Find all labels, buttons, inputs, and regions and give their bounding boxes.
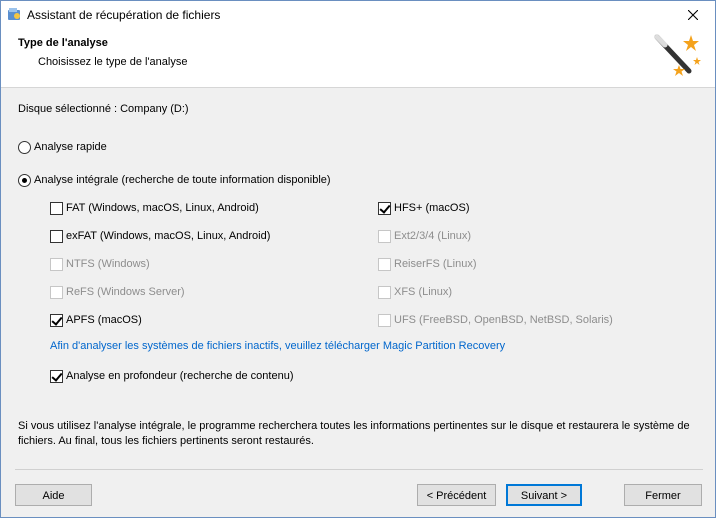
separator [15,469,703,470]
quick-scan-radio[interactable] [18,141,31,154]
deep-scan-label[interactable]: Analyse en profondeur (recherche de cont… [66,370,293,382]
help-button[interactable]: Aide [15,484,92,506]
exfat-label[interactable]: exFAT (Windows, macOS, Linux, Android) [66,230,270,242]
xfs-checkbox [378,286,391,299]
refs-label: ReFS (Windows Server) [66,286,185,298]
fat-checkbox[interactable] [50,202,63,215]
fat-label[interactable]: FAT (Windows, macOS, Linux, Android) [66,202,259,214]
page-title: Type de l'analyse [18,37,108,49]
next-button[interactable]: Suivant > [506,484,582,506]
download-partition-recovery-link[interactable]: Afin d'analyser les systèmes de fichiers… [50,340,505,352]
quick-scan-label[interactable]: Analyse rapide [34,141,107,153]
hfs-plus-label[interactable]: HFS+ (macOS) [394,202,469,214]
deep-scan-checkbox[interactable] [50,370,63,383]
ext-checkbox [378,230,391,243]
refs-checkbox [50,286,63,299]
wizard-window: Assistant de récupération de fichiers Ty… [0,0,716,518]
window-title: Assistant de récupération de fichiers [27,8,221,22]
apfs-checkbox[interactable] [50,314,63,327]
exfat-checkbox[interactable] [50,230,63,243]
ntfs-label: NTFS (Windows) [66,258,150,270]
ufs-label: UFS (FreeBSD, OpenBSD, NetBSD, Solaris) [394,314,613,326]
full-scan-label[interactable]: Analyse intégrale (recherche de toute in… [34,174,331,186]
reiserfs-checkbox [378,258,391,271]
xfs-label: XFS (Linux) [394,286,453,298]
page-subtitle: Choisissez le type de l'analyse [38,56,188,68]
close-button[interactable]: Fermer [624,484,702,506]
previous-button[interactable]: < Précédent [417,484,496,506]
close-icon [688,10,698,20]
app-icon [8,8,20,20]
close-window-button[interactable] [671,1,715,29]
info-text: Si vous utilisez l'analyse intégrale, le… [18,420,690,447]
wizard-header: Type de l'analyse Choisissez le type de … [1,29,715,88]
hfs-plus-checkbox[interactable] [378,202,391,215]
ntfs-checkbox [50,258,63,271]
selected-disk-label: Disque sélectionné : Company (D:) [18,103,189,115]
reiserfs-label: ReiserFS (Linux) [394,258,477,270]
ufs-checkbox [378,314,391,327]
magic-wand-icon [654,34,701,76]
title-bar: Assistant de récupération de fichiers [1,1,715,29]
full-scan-radio[interactable] [18,174,31,187]
apfs-label[interactable]: APFS (macOS) [66,314,142,326]
ext-label: Ext2/3/4 (Linux) [394,230,472,242]
